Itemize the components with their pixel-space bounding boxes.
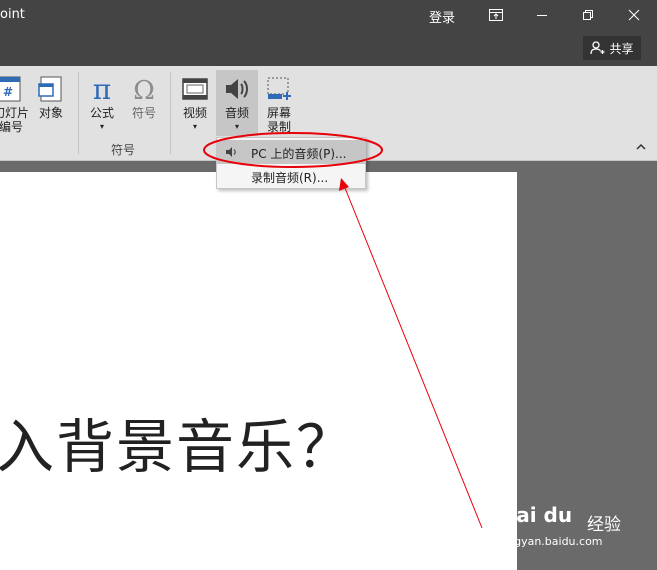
video-button[interactable]: 视频 ▾ (178, 70, 212, 136)
audio-dropdown-menu: PC 上的音频(P)... 录制音频(R)... (216, 137, 366, 189)
svg-text:#: # (3, 85, 13, 99)
restore-button[interactable] (566, 0, 610, 30)
slide-number-button[interactable]: # 幻灯片 编号 (0, 70, 30, 136)
menu-item-audio-on-pc[interactable]: PC 上的音频(P)... (217, 140, 365, 164)
equation-label: 公式 (89, 106, 114, 120)
object-icon (38, 76, 62, 102)
speaker-small-icon (226, 147, 236, 157)
audio-dropdown-arrow: ▾ (234, 122, 239, 131)
screen-recording-button[interactable]: 屏幕 录制 (262, 70, 296, 136)
video-label: 视频 (182, 106, 207, 120)
speaker-icon (226, 79, 248, 99)
group-divider (78, 72, 79, 154)
title-bar: oint 登录 (0, 0, 657, 30)
menu-item-record-audio-label: 录制音频(R)... (251, 171, 329, 185)
watermark-logo: Bai du (501, 503, 573, 527)
menu-item-audio-on-pc-label: PC 上的音频(P)... (251, 147, 347, 161)
equation-button[interactable]: π 公式 ▾ (86, 70, 118, 136)
login-button[interactable]: 登录 (429, 7, 455, 26)
screen-recording-label-2: 录制 (266, 120, 291, 134)
ribbon-display-icon (489, 9, 503, 21)
share-label: 共享 (609, 41, 634, 56)
slide-number-label-1: 幻灯片 (0, 106, 29, 120)
watermark-cn: 经验 (587, 515, 621, 535)
watermark-url: jingyan.baidu.com (501, 535, 603, 548)
minimize-icon (537, 15, 547, 16)
menu-item-record-audio[interactable]: 录制音频(R)... (217, 164, 365, 188)
audio-button[interactable]: 音频 ▾ (216, 70, 258, 136)
tab-bar: 共享 (0, 30, 657, 66)
restore-icon (583, 10, 593, 20)
audio-label: 音频 (224, 106, 249, 120)
chevron-up-icon (636, 143, 646, 150)
omega-icon: Ω (133, 76, 155, 104)
group-divider (170, 72, 171, 154)
film-icon (182, 78, 208, 100)
close-icon (628, 9, 640, 21)
ribbon-display-options-button[interactable] (474, 0, 518, 30)
screen-recording-icon (267, 77, 291, 100)
symbol-label: 符号 (131, 106, 156, 120)
object-label: 对象 (38, 106, 63, 120)
equation-dropdown-arrow: ▾ (99, 122, 104, 131)
svg-text:Ω: Ω (133, 76, 155, 104)
close-button[interactable] (612, 0, 656, 30)
person-add-icon (590, 41, 605, 55)
minimize-button[interactable] (520, 0, 564, 30)
window-title: oint (0, 7, 25, 22)
slide-number-label-2: 编号 (0, 120, 23, 134)
symbol-button[interactable]: Ω 符号 (127, 70, 161, 136)
collapse-ribbon-button[interactable] (636, 143, 646, 154)
slide-canvas[interactable]: 入背景音乐？ (0, 172, 517, 570)
symbols-group-label: 符号 (111, 143, 136, 157)
pi-icon: π (93, 74, 111, 104)
screen-recording-label-1: 屏幕 (266, 106, 291, 120)
slide-title-text[interactable]: 入背景音乐？ (0, 400, 356, 484)
slide-number-icon: # (0, 76, 21, 102)
svg-text:π: π (93, 74, 111, 104)
video-dropdown-arrow: ▾ (192, 122, 197, 131)
share-button[interactable]: 共享 (583, 36, 641, 60)
object-button[interactable]: 对象 (34, 70, 68, 136)
